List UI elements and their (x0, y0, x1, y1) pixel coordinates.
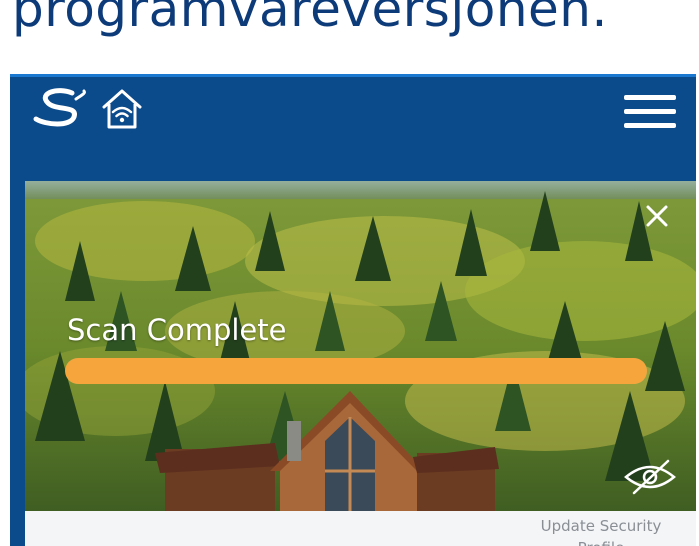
home-wifi-icon[interactable] (98, 85, 146, 133)
scan-status-card: Scan Complete (25, 181, 696, 511)
eye-slash-icon[interactable] (622, 459, 678, 495)
update-security-profile-link[interactable]: Update Security Profile (526, 515, 676, 546)
app-header (10, 77, 696, 177)
close-icon[interactable] (642, 201, 672, 231)
page: programvareversjonen. Scan Complete Upda… (0, 0, 699, 546)
bottom-panel: Update Security Profile (25, 511, 696, 546)
hamburger-menu-icon[interactable] (624, 95, 676, 129)
scan-progress-bar (65, 358, 647, 384)
scan-status-label: Scan Complete (67, 313, 287, 347)
page-heading: programvareversjonen. (12, 0, 608, 38)
s-logo-icon[interactable] (32, 87, 88, 129)
scan-progress-fill (65, 358, 647, 384)
app-screen: Scan Complete Update Security Profile (10, 74, 696, 546)
